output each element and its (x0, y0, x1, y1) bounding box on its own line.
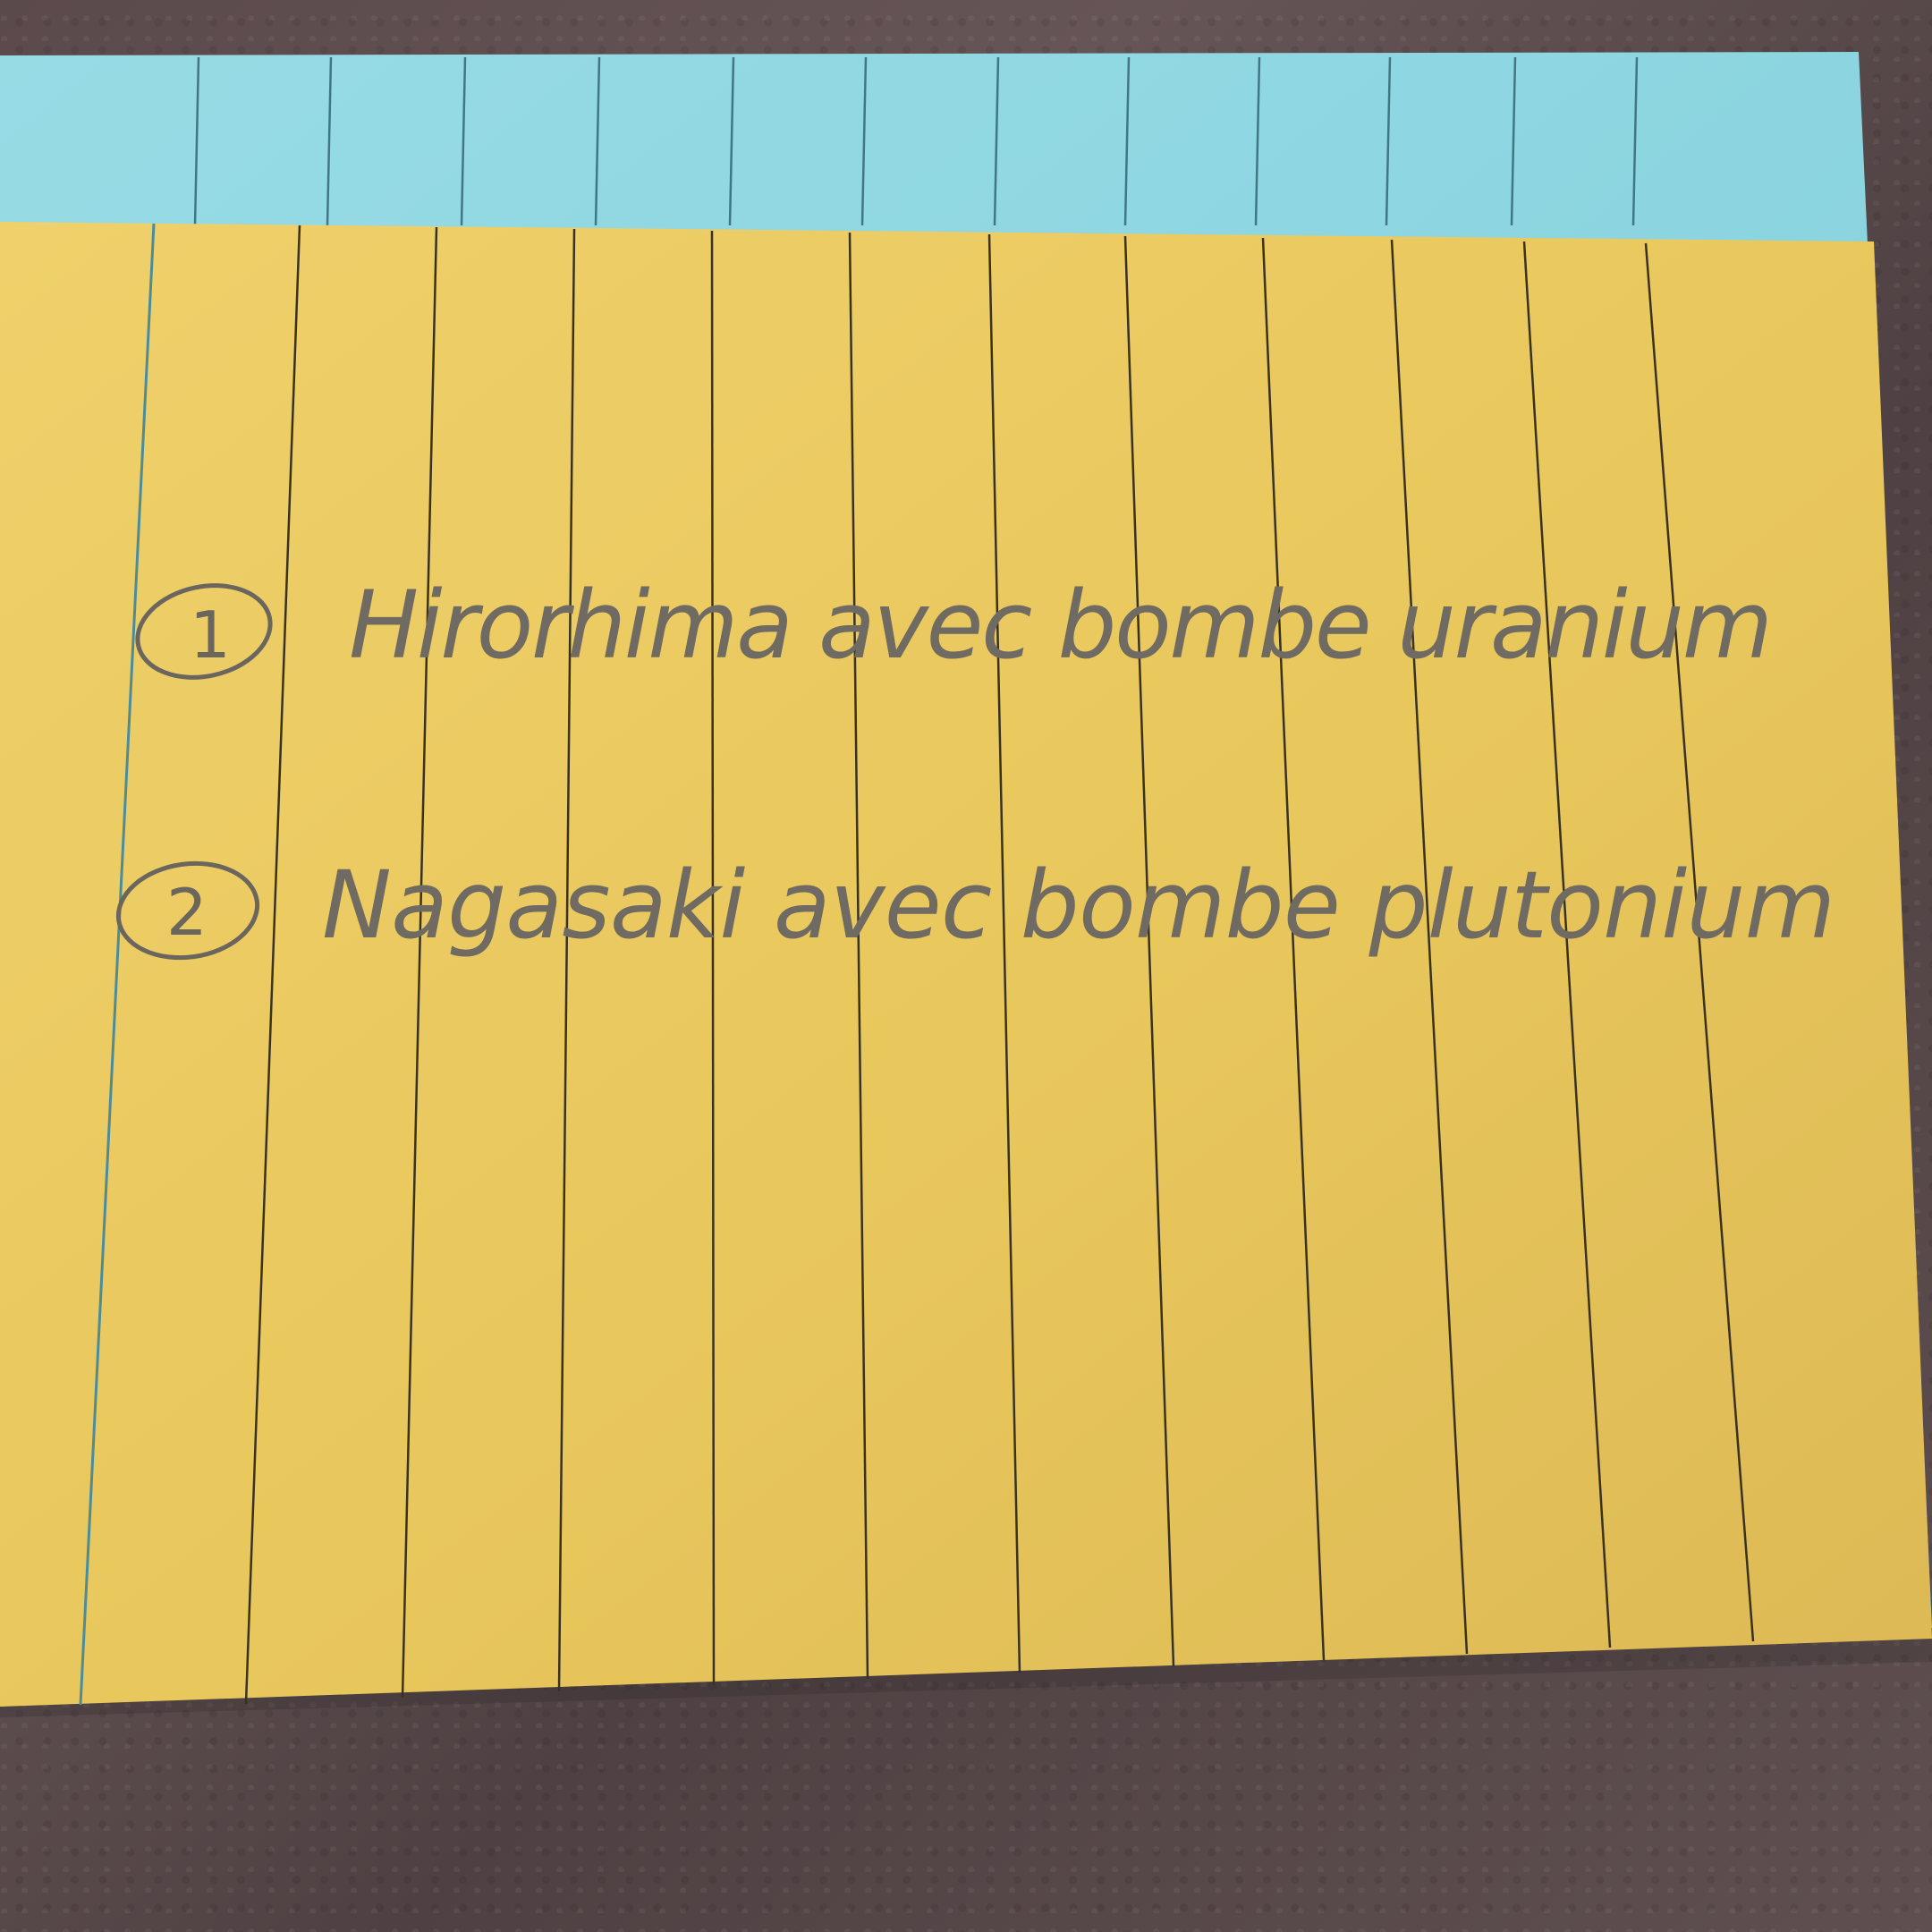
front-card (0, 222, 1932, 1707)
handwritten-text-2: Nagasaki avec bombe plutonium (322, 851, 1843, 960)
index-cards-scene: 1 Hirorhima avec bombe uranium 2 Nagasak… (0, 52, 1932, 1717)
handwritten-line-1: 1 Hirorhima avec bombe uranium (135, 571, 1780, 680)
circled-number-1: 1 (190, 597, 231, 673)
handwritten-line-2: 2 Nagasaki avec bombe plutonium (115, 851, 1843, 961)
circled-number-2: 2 (166, 875, 208, 950)
handwritten-text-1: Hirorhima avec bombe uranium (349, 571, 1780, 680)
